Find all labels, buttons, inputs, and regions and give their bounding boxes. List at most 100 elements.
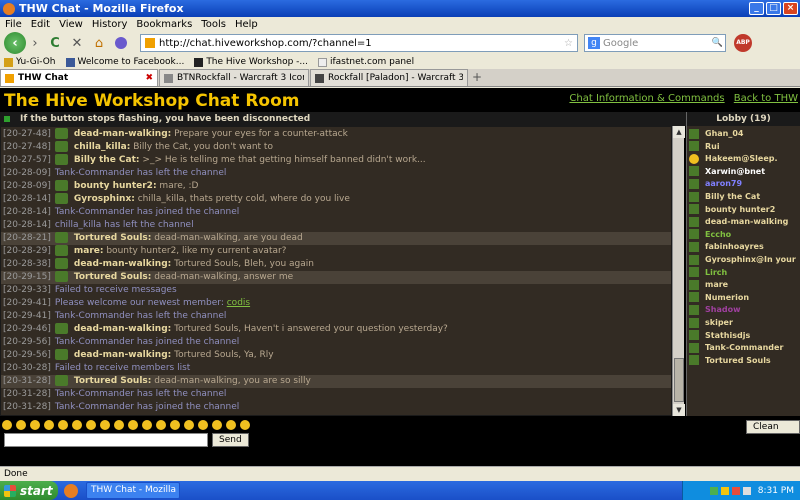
lobby-user[interactable]: Numerion — [689, 292, 800, 304]
smiley-icon[interactable] — [2, 420, 12, 430]
smiley-icon[interactable] — [72, 420, 82, 430]
bookmark-facebook[interactable]: Welcome to Facebook... — [65, 57, 184, 67]
tab-btnrockfall[interactable]: BTNRockfall - Warcraft 3 Icons — [159, 69, 309, 86]
home-button[interactable]: ⌂ — [88, 34, 110, 52]
lobby-user[interactable]: Xarwin@bnet — [689, 166, 800, 178]
search-box[interactable]: g Google 🔍 — [584, 34, 726, 52]
smiley-icon[interactable] — [170, 420, 180, 430]
lobby-user[interactable]: Billy the Cat — [689, 191, 800, 203]
scroll-down-icon[interactable]: ▼ — [673, 404, 685, 416]
lobby-user[interactable]: aaron79 — [689, 178, 800, 190]
back-button[interactable]: ‹ — [4, 32, 26, 54]
send-button[interactable]: Send — [212, 433, 249, 447]
tray-volume-icon[interactable] — [742, 486, 751, 495]
bookmark-yugioh[interactable]: Yu-Gi-Oh — [4, 57, 56, 67]
lobby-user[interactable]: mare — [689, 279, 800, 291]
message-author[interactable]: Tortured Souls: — [74, 272, 152, 282]
new-tab-button[interactable]: + — [469, 70, 485, 86]
tab-rockfall-spells[interactable]: Rockfall [Paladon] - Warcraft 3 Spells — [310, 69, 468, 86]
tab-close-icon[interactable]: ✖ — [145, 73, 153, 83]
start-button[interactable]: start — [0, 481, 58, 500]
chat-info-link[interactable]: Chat Information & Commands — [569, 93, 724, 104]
smiley-icon[interactable] — [30, 420, 40, 430]
message-author[interactable]: dead-man-walking: — [74, 350, 171, 360]
search-input[interactable]: Google — [603, 38, 712, 49]
close-window-button[interactable]: × — [783, 2, 798, 15]
smiley-icon[interactable] — [100, 420, 110, 430]
smiley-icon[interactable] — [156, 420, 166, 430]
lobby-user[interactable]: Stathisdjs — [689, 330, 800, 342]
lobby-user[interactable]: Hakeem@Sleep. — [689, 153, 800, 165]
smiley-icon[interactable] — [226, 420, 236, 430]
reload-button[interactable]: C — [44, 34, 66, 52]
smiley-icon[interactable] — [114, 420, 124, 430]
chat-message-input[interactable] — [4, 433, 208, 447]
menu-help[interactable]: Help — [235, 19, 258, 30]
lobby-user[interactable]: fabinhoayres — [689, 241, 800, 253]
search-icon[interactable]: 🔍 — [712, 38, 723, 48]
address-bar[interactable]: http://chat.hiveworkshop.com/?channel=1 … — [140, 34, 578, 52]
message-author[interactable]: dead-man-walking: — [74, 324, 171, 334]
taskbar-item-thw-chat[interactable]: THW Chat - Mozilla Fi... — [86, 482, 180, 499]
message-author[interactable]: bounty hunter2: — [74, 181, 157, 191]
tray-alert-icon[interactable] — [731, 486, 740, 495]
smiley-icon[interactable] — [58, 420, 68, 430]
lobby-user[interactable]: Lirch — [689, 267, 800, 279]
smiley-icon[interactable] — [240, 420, 250, 430]
smiley-icon[interactable] — [86, 420, 96, 430]
lobby-user[interactable]: Rui — [689, 141, 800, 153]
smiley-icon[interactable] — [16, 420, 26, 430]
lobby-user[interactable]: Ghan_04 — [689, 128, 800, 140]
minimize-button[interactable]: _ — [749, 2, 764, 15]
message-author[interactable]: dead-man-walking: — [74, 129, 171, 139]
back-to-thw-link[interactable]: Back to THW — [734, 93, 798, 104]
lobby-user[interactable]: Gyrosphinx@In your — [689, 254, 800, 266]
tray-security-icon[interactable] — [720, 486, 729, 495]
firefox-quicklaunch-icon[interactable] — [64, 483, 78, 498]
stop-button[interactable]: ✕ — [66, 34, 88, 52]
tray-network-icon[interactable] — [709, 486, 718, 495]
smiley-icon[interactable] — [128, 420, 138, 430]
forward-button[interactable]: › — [26, 34, 44, 52]
smiley-icon[interactable] — [142, 420, 152, 430]
chat-messages[interactable]: [20-27-48] dead-man-walking: Prepare your… — [0, 126, 672, 416]
message-author[interactable]: Gyrosphinx: — [74, 194, 135, 204]
smiley-icon[interactable] — [212, 420, 222, 430]
lobby-user[interactable]: skiper — [689, 317, 800, 329]
clean-up-button[interactable]: Clean Up — [746, 420, 800, 444]
addon-icon[interactable] — [110, 34, 132, 52]
message-author[interactable]: dead-man-walking: — [74, 259, 171, 269]
smiley-icon[interactable] — [44, 420, 54, 430]
menu-history[interactable]: History — [92, 19, 128, 30]
lobby-user[interactable]: Tank-Commander — [689, 342, 800, 354]
lobby-user[interactable]: Tortured Souls — [689, 355, 800, 367]
scroll-thumb[interactable] — [674, 358, 684, 402]
smiley-icon[interactable] — [184, 420, 194, 430]
chat-scrollbar[interactable]: ▲ ▼ — [672, 126, 685, 416]
menu-bookmarks[interactable]: Bookmarks — [136, 19, 192, 30]
lobby-user[interactable]: Shadow — [689, 304, 800, 316]
message-author[interactable]: chilla_killa: — [74, 142, 130, 152]
message-author[interactable]: Tortured Souls: — [74, 233, 152, 243]
menu-edit[interactable]: Edit — [31, 19, 50, 30]
scroll-up-icon[interactable]: ▲ — [673, 126, 685, 138]
bookmark-hive-workshop[interactable]: The Hive Workshop -... — [194, 57, 308, 67]
url-text[interactable]: http://chat.hiveworkshop.com/?channel=1 — [159, 38, 564, 49]
maximize-button[interactable]: □ — [766, 2, 781, 15]
lobby-user[interactable]: dead-man-walking — [689, 216, 800, 228]
menu-file[interactable]: File — [5, 19, 22, 30]
google-icon[interactable]: g — [588, 37, 600, 49]
message-author[interactable]: Tortured Souls: — [74, 376, 152, 386]
smiley-icon[interactable] — [198, 420, 208, 430]
tab-thw-chat[interactable]: THW Chat ✖ — [0, 69, 158, 86]
bookmark-ifastnet[interactable]: ifastnet.com panel — [318, 57, 414, 67]
lobby-user[interactable]: Eccho — [689, 229, 800, 241]
lobby-user[interactable]: bounty hunter2 — [689, 204, 800, 216]
adblock-plus-button[interactable]: ABP — [734, 34, 752, 52]
menu-tools[interactable]: Tools — [201, 19, 226, 30]
bookmark-star-icon[interactable]: ☆ — [564, 38, 573, 49]
message-author[interactable]: Billy the Cat: — [74, 155, 140, 165]
message-author[interactable]: mare: — [74, 246, 104, 256]
member-profile-link[interactable]: codis — [227, 298, 250, 308]
menu-view[interactable]: View — [59, 19, 83, 30]
